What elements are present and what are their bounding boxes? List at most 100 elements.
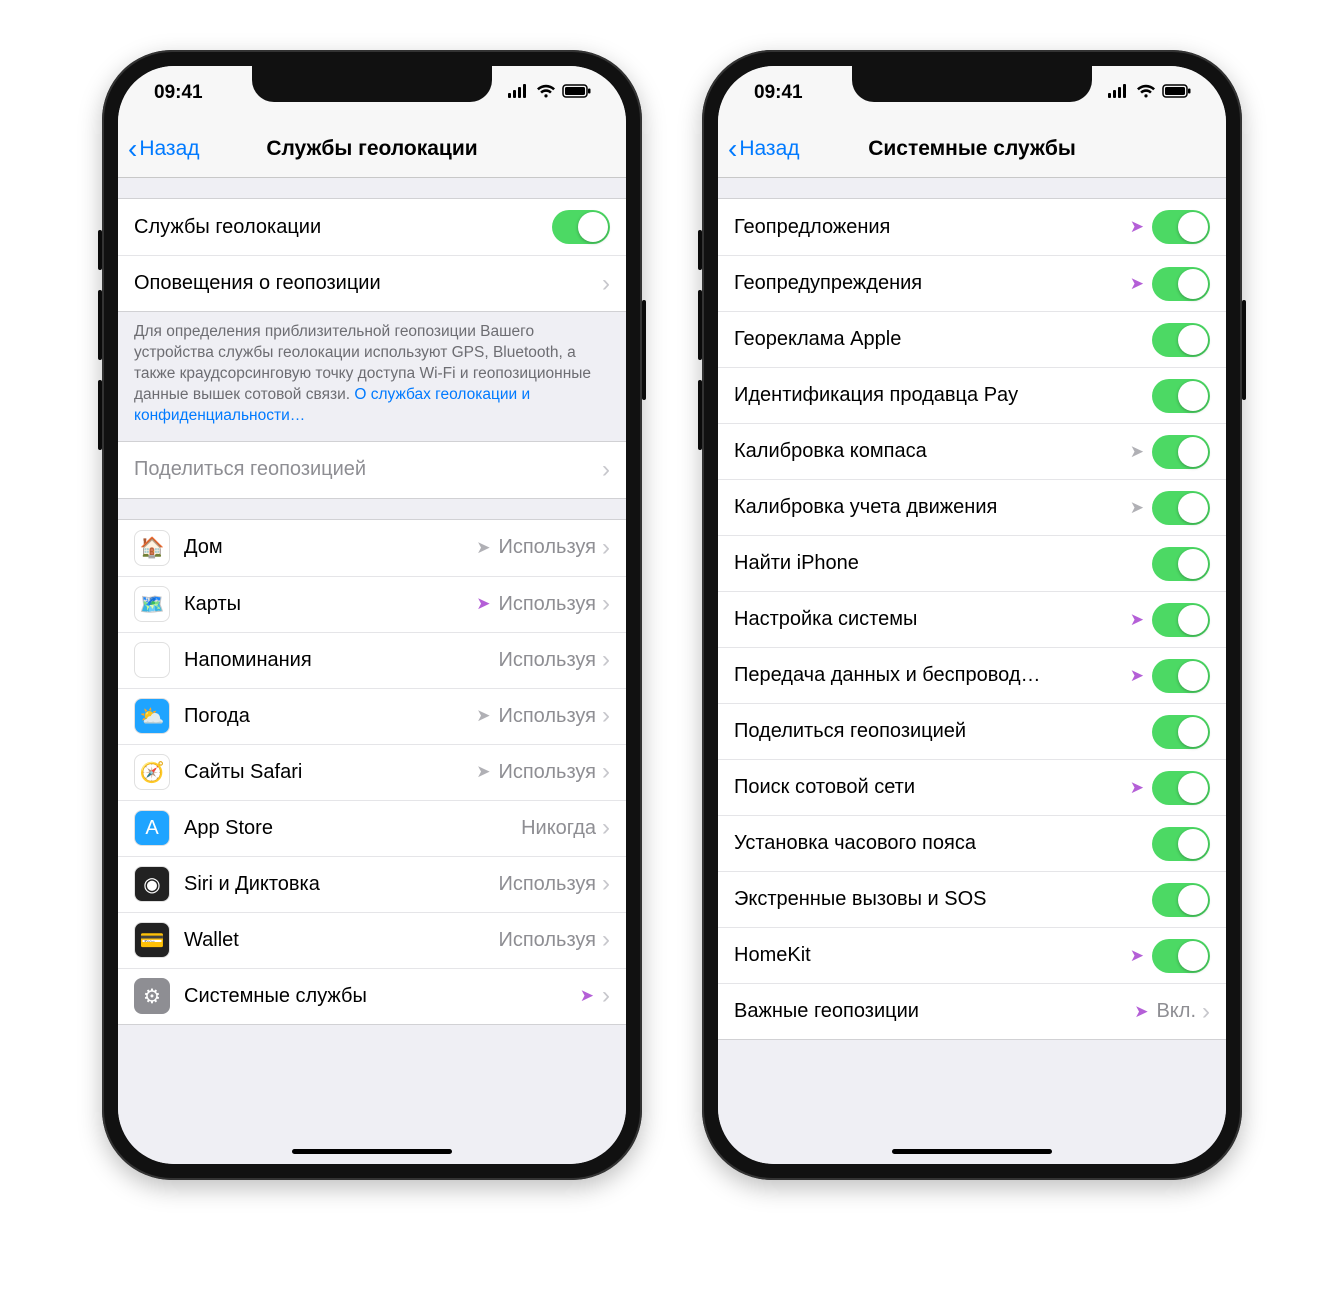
app-name: Карты xyxy=(184,593,476,616)
app-name: Напоминания xyxy=(184,649,498,672)
system-service-row[interactable]: Настройка системы ➤ xyxy=(718,591,1226,647)
toggle-switch[interactable] xyxy=(1152,939,1210,973)
app-row[interactable]: 💳 Wallet Используя › xyxy=(118,912,626,968)
chevron-right-icon: › xyxy=(602,870,610,898)
toggle-switch[interactable] xyxy=(1152,827,1210,861)
location-services-toggle-row[interactable]: Службы геолокации xyxy=(118,199,626,255)
system-service-row[interactable]: Геореклама Apple xyxy=(718,311,1226,367)
toggle-switch[interactable] xyxy=(1152,659,1210,693)
chevron-right-icon: › xyxy=(602,758,610,786)
toggle-switch[interactable] xyxy=(1152,771,1210,805)
toggle-switch[interactable] xyxy=(1152,210,1210,244)
toggle-switch[interactable] xyxy=(1152,435,1210,469)
location-arrow-icon: ➤ xyxy=(476,762,490,782)
app-status: Используя xyxy=(498,761,596,784)
toggle-switch[interactable] xyxy=(1152,547,1210,581)
app-row[interactable]: A App Store Никогда › xyxy=(118,800,626,856)
app-icon: ☰ xyxy=(134,642,170,678)
app-row[interactable]: ☰ Напоминания Используя › xyxy=(118,632,626,688)
app-name: Дом xyxy=(184,536,476,559)
status-time: 09:41 xyxy=(754,82,803,104)
app-row[interactable]: 🗺️ Карты ➤ Используя › xyxy=(118,576,626,632)
footer-text: Для определения приблизительной геопозиц… xyxy=(118,312,626,441)
app-icon: 🏠 xyxy=(134,530,170,566)
content[interactable]: Геопредложения ➤ Геопредупреждения ➤ Гео… xyxy=(718,178,1226,1164)
system-service-row[interactable]: Поделиться геопозицией xyxy=(718,703,1226,759)
row-label: Экстренные вызовы и SOS xyxy=(734,888,1152,911)
system-service-row[interactable]: Геопредупреждения ➤ xyxy=(718,255,1226,311)
home-indicator[interactable] xyxy=(892,1149,1052,1154)
chevron-right-icon: › xyxy=(602,270,610,298)
app-icon: ⛅ xyxy=(134,698,170,734)
system-service-row[interactable]: Передача данных и беспровод… ➤ xyxy=(718,647,1226,703)
app-icon: ◉ xyxy=(134,866,170,902)
battery-icon xyxy=(1162,82,1192,104)
row-label: Калибровка компаса xyxy=(734,440,1130,463)
location-arrow-icon: ➤ xyxy=(476,706,490,726)
app-name: Siri и Диктовка xyxy=(184,873,498,896)
app-status: Никогда xyxy=(521,817,596,840)
toggle-switch[interactable] xyxy=(552,210,610,244)
chevron-right-icon: › xyxy=(602,590,610,618)
system-service-row[interactable]: Калибровка учета движения ➤ xyxy=(718,479,1226,535)
back-button[interactable]: ‹ Назад xyxy=(128,133,200,165)
system-service-row[interactable]: Поиск сотовой сети ➤ xyxy=(718,759,1226,815)
toggle-switch[interactable] xyxy=(1152,883,1210,917)
chevron-right-icon: › xyxy=(602,534,610,562)
system-service-row[interactable]: Установка часового пояса xyxy=(718,815,1226,871)
system-service-row[interactable]: Идентификация продавца Pay xyxy=(718,367,1226,423)
location-alerts-row[interactable]: Оповещения о геопозиции › xyxy=(118,255,626,311)
phone-left: 09:41 ‹ Назад Службы геолокации xyxy=(102,50,642,1180)
nav-bar: ‹ Назад Службы геолокации xyxy=(118,120,626,178)
row-label: Поделиться геопозицией xyxy=(734,720,1152,743)
phone-right: 09:41 ‹ Назад Системные службы xyxy=(702,50,1242,1180)
toggle-switch[interactable] xyxy=(1152,491,1210,525)
share-location-row[interactable]: Поделиться геопозицией › xyxy=(118,442,626,498)
row-label: Передача данных и беспровод… xyxy=(734,664,1130,687)
app-row[interactable]: 🧭 Сайты Safari ➤ Используя › xyxy=(118,744,626,800)
back-button[interactable]: ‹ Назад xyxy=(728,133,800,165)
toggle-switch[interactable] xyxy=(1152,603,1210,637)
location-arrow-icon: ➤ xyxy=(1130,666,1144,686)
toggle-switch[interactable] xyxy=(1152,267,1210,301)
toggle-switch[interactable] xyxy=(1152,379,1210,413)
row-label: Геопредложения xyxy=(734,216,1130,239)
system-service-row[interactable]: HomeKit ➤ xyxy=(718,927,1226,983)
notch xyxy=(252,66,492,102)
system-services-row[interactable]: ⚙ Системные службы ➤ › xyxy=(118,968,626,1024)
app-name: App Store xyxy=(184,817,521,840)
toggle-switch[interactable] xyxy=(1152,715,1210,749)
chevron-right-icon: › xyxy=(602,646,610,674)
row-label: Геореклама Apple xyxy=(734,328,1152,351)
system-service-row[interactable]: Найти iPhone xyxy=(718,535,1226,591)
gear-icon: ⚙ xyxy=(134,978,170,1014)
row-label: Калибровка учета движения xyxy=(734,496,1130,519)
app-row[interactable]: 🏠 Дом ➤ Используя › xyxy=(118,520,626,576)
app-icon: A xyxy=(134,810,170,846)
app-status: Используя xyxy=(498,649,596,672)
app-row[interactable]: ◉ Siri и Диктовка Используя › xyxy=(118,856,626,912)
back-label: Назад xyxy=(139,137,199,161)
app-row[interactable]: ⛅ Погода ➤ Используя › xyxy=(118,688,626,744)
home-indicator[interactable] xyxy=(292,1149,452,1154)
app-status: Используя xyxy=(498,536,596,559)
system-service-row[interactable]: Экстренные вызовы и SOS xyxy=(718,871,1226,927)
row-label: Настройка системы xyxy=(734,608,1130,631)
app-name: Wallet xyxy=(184,929,498,952)
important-locations-row[interactable]: Важные геопозиции ➤ Вкл. › xyxy=(718,983,1226,1039)
system-service-row[interactable]: Калибровка компаса ➤ xyxy=(718,423,1226,479)
wifi-icon xyxy=(1136,82,1156,104)
app-status: Используя xyxy=(498,705,596,728)
system-service-row[interactable]: Геопредложения ➤ xyxy=(718,199,1226,255)
chevron-right-icon: › xyxy=(602,814,610,842)
location-arrow-icon: ➤ xyxy=(476,594,490,614)
chevron-right-icon: › xyxy=(602,926,610,954)
row-label: Системные службы xyxy=(184,985,580,1008)
battery-icon xyxy=(562,82,592,104)
row-value: Вкл. xyxy=(1156,1000,1196,1023)
content[interactable]: Службы геолокации Оповещения о геопозици… xyxy=(118,178,626,1164)
location-arrow-icon: ➤ xyxy=(1130,946,1144,966)
toggle-switch[interactable] xyxy=(1152,323,1210,357)
location-arrow-icon: ➤ xyxy=(476,538,490,558)
row-label: Поиск сотовой сети xyxy=(734,776,1130,799)
